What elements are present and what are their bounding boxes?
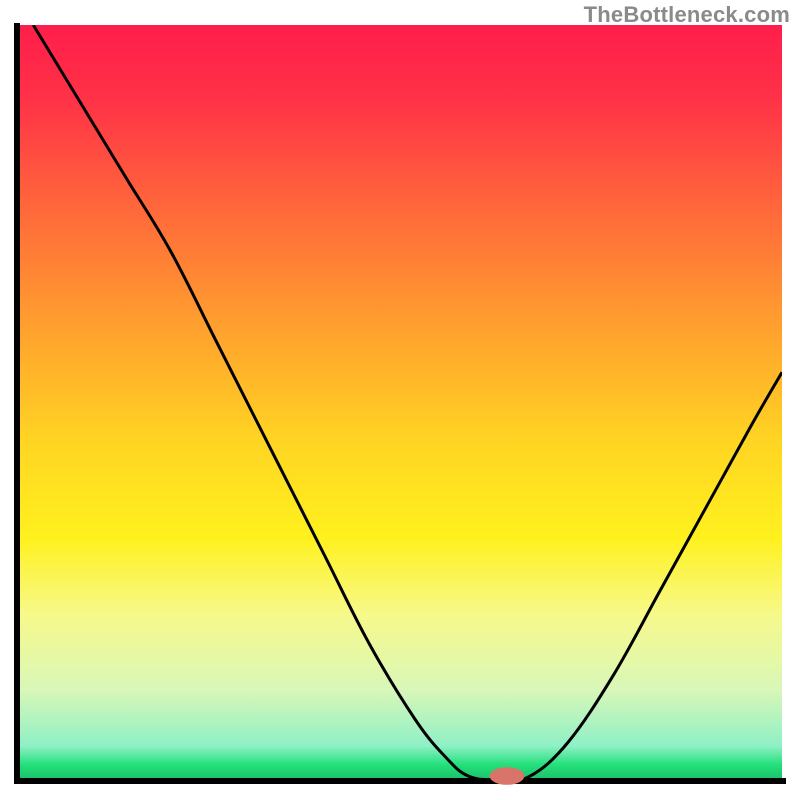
bottleneck-chart: [0, 0, 800, 800]
chart-stage: TheBottleneck.com: [0, 0, 800, 800]
plot-background: [18, 25, 782, 780]
x-axis: [14, 778, 786, 784]
watermark-text: TheBottleneck.com: [584, 2, 790, 28]
y-axis: [14, 23, 20, 784]
optimal-point-marker: [490, 768, 524, 785]
